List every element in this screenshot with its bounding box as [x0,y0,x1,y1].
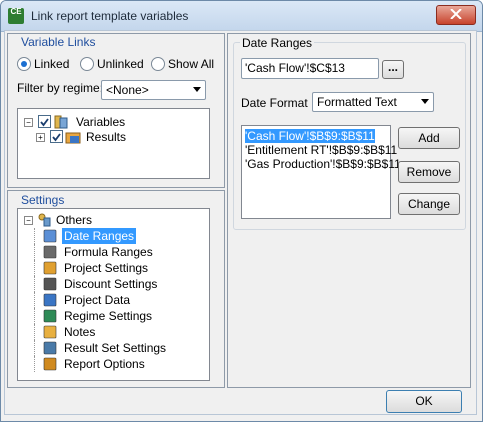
list-item[interactable]: 'Gas Production'!$B$9:$B$11 [245,157,401,171]
date-format-select[interactable]: Formatted Text [312,92,434,112]
expand-icon[interactable]: + [36,133,45,142]
result-set-icon [42,340,58,356]
notes-icon [42,324,58,340]
project-data-icon [42,292,58,308]
tree-label-setting: Formula Ranges [64,245,153,259]
report-options-icon [42,356,58,372]
chevron-down-icon [421,99,429,104]
tree-label-setting: Regime Settings [64,309,153,323]
results-icon [65,129,81,145]
filter-regime-value: <None> [106,83,149,97]
list-item[interactable]: 'Entitlement RT'!$B$9:$B$11 [245,143,397,157]
tree-label-setting: Project Data [64,293,131,307]
window-title: Link report template variables [31,9,189,23]
radio-circle [80,57,94,71]
calendar-icon [42,228,58,244]
collapse-icon[interactable]: − [24,118,33,127]
cell-ref-input[interactable]: 'Cash Flow'!$C$13 [241,58,379,79]
tree-label-others: Others [56,213,93,227]
close-icon [450,9,462,19]
list-item[interactable]: 'Cash Flow'!$B$9:$B$11 [245,129,375,143]
variables-tree[interactable]: − Variables + Results [17,108,210,179]
variables-icon [53,114,69,130]
title-bar[interactable]: CE Link report template variables [1,1,482,32]
date-ranges-title: Date Ranges [240,36,315,50]
radio-label-show-all: Show All [168,57,215,71]
project-settings-icon [42,260,58,276]
tree-label-setting: Report Options [64,357,145,371]
change-button[interactable]: Change [398,193,460,215]
collapse-icon[interactable]: − [24,216,33,225]
variable-links-title: Variable Links [21,35,96,49]
app-icon: CE [8,8,24,24]
browse-button[interactable]: ... [382,60,404,79]
radio-label-unlinked: Unlinked [97,57,144,71]
chevron-down-icon [193,87,201,92]
settings-title: Settings [21,193,65,207]
regime-icon [42,308,58,324]
tree-label-setting: Project Settings [64,261,149,275]
date-ranges-list[interactable]: 'Cash Flow'!$B$9:$B$11 'Entitlement RT'!… [241,125,401,219]
tree-label-setting: Discount Settings [64,277,158,291]
tree-label-results: Results [86,130,127,144]
filter-regime-select[interactable]: <None> [101,80,206,100]
date-format-value: Formatted Text [317,95,397,109]
ok-button[interactable]: OK [386,390,462,413]
close-button[interactable] [436,5,476,25]
tree-label-setting: Result Set Settings [64,341,167,355]
add-button[interactable]: Add [398,127,460,149]
filter-label: Filter by regime: [17,81,104,95]
radio-circle [17,57,31,71]
checkbox-variables[interactable] [38,115,51,128]
radio-dot [21,61,27,67]
tree-label-setting: Date Ranges [62,228,137,244]
cell-ref-value: 'Cash Flow'!$C$13 [245,61,345,75]
remove-button[interactable]: Remove [398,161,460,183]
others-icon [36,212,52,228]
function-icon [42,244,58,260]
tree-label-variables: Variables [76,115,126,129]
radio-label-linked: Linked [34,57,70,71]
percent-icon [42,276,58,292]
radio-circle [151,57,165,71]
tree-label-setting: Notes [64,325,96,339]
date-format-label: Date Format [241,96,308,110]
settings-tree[interactable]: − Others Date Ranges Formula Ranges Projec… [17,208,210,381]
checkbox-results[interactable] [50,130,63,143]
